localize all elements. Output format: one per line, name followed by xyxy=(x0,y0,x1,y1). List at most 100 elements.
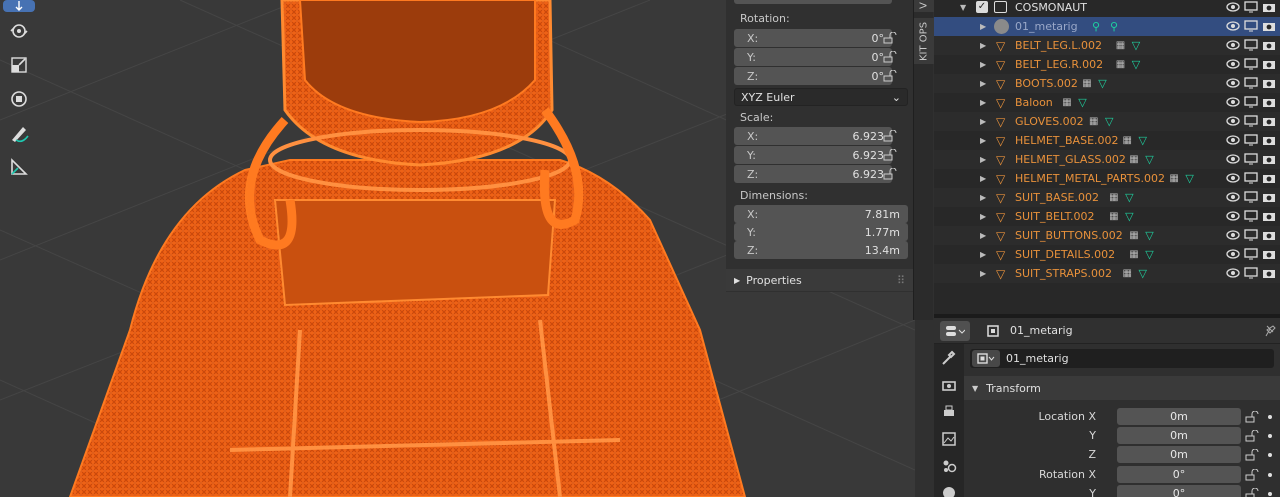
lock-icon[interactable] xyxy=(1245,430,1259,442)
lock-icon[interactable] xyxy=(1245,488,1259,497)
lock-icon[interactable] xyxy=(883,51,897,63)
viewport-visibility-icon[interactable] xyxy=(1244,248,1258,263)
rotation-y-field[interactable]: Y: 0° xyxy=(734,48,892,66)
eye-icon[interactable] xyxy=(1226,267,1240,282)
tab-world[interactable] xyxy=(934,479,964,497)
render-camera-icon[interactable] xyxy=(1262,267,1276,282)
viewport-visibility-icon[interactable] xyxy=(1244,20,1258,35)
outliner-row[interactable]: ▶ ▽ SUIT_BASE.002 ▦ ▽ xyxy=(934,188,1280,207)
eye-icon[interactable] xyxy=(1226,134,1240,149)
3d-viewport[interactable]: Rotation: X: 0° Y: 0° Z: 0° XYZ Euler ⌄ Scal… xyxy=(0,0,915,497)
render-camera-icon[interactable] xyxy=(1262,191,1276,206)
dimension-y-field[interactable]: Y: 1.77m xyxy=(734,223,908,241)
keyframe-dot-icon[interactable] xyxy=(1268,473,1272,477)
outliner-row[interactable]: ▶ ▽ SUIT_BUTTONS.002 ▦ ▽ xyxy=(934,226,1280,245)
eye-icon[interactable] xyxy=(1226,172,1240,187)
viewport-visibility-icon[interactable] xyxy=(1244,210,1258,225)
expand-arrow-icon[interactable]: ▶ xyxy=(980,117,986,126)
viewport-visibility-icon[interactable] xyxy=(1244,191,1258,206)
lock-icon[interactable] xyxy=(1245,449,1259,461)
annotate-tool-button[interactable] xyxy=(3,118,35,148)
viewport-visibility-icon[interactable] xyxy=(1244,96,1258,111)
outliner-row[interactable]: ▶ ▽ GLOVES.002 ▦ ▽ xyxy=(934,112,1280,131)
eye-icon[interactable] xyxy=(1226,1,1240,16)
render-camera-icon[interactable] xyxy=(1262,134,1276,149)
expand-arrow-icon[interactable]: ▶ xyxy=(980,231,986,240)
viewport-visibility-icon[interactable] xyxy=(1244,267,1258,282)
outliner-row[interactable]: ▶ ▽ HELMET_METAL_PARTS.002 ▦ ▽ xyxy=(934,169,1280,188)
render-camera-icon[interactable] xyxy=(1262,229,1276,244)
expand-arrow-icon[interactable]: ▶ xyxy=(980,22,986,31)
keyframe-dot-icon[interactable] xyxy=(1268,453,1272,457)
tab-scene[interactable] xyxy=(934,452,964,479)
render-camera-icon[interactable] xyxy=(1262,210,1276,225)
lock-icon[interactable] xyxy=(883,168,897,180)
transform-panel-header[interactable]: ▼ Transform xyxy=(964,376,1280,400)
tab-output[interactable] xyxy=(934,398,964,425)
outliner-row[interactable]: ▶ ▽ HELMET_BASE.002 ▦ ▽ xyxy=(934,131,1280,150)
editor-type-button[interactable] xyxy=(940,321,970,341)
transform-field-value[interactable]: 0m xyxy=(1117,446,1241,463)
render-camera-icon[interactable] xyxy=(1262,153,1276,168)
eye-icon[interactable] xyxy=(1226,229,1240,244)
move-tool-button[interactable] xyxy=(3,0,35,12)
scale-z-field[interactable]: Z: 6.923 xyxy=(734,165,892,183)
eye-icon[interactable] xyxy=(1226,58,1240,73)
dimension-z-field[interactable]: Z: 13.4m xyxy=(734,241,908,259)
outliner-row[interactable]: ▶ ▽ SUIT_DETAILS.002 ▦ ▽ xyxy=(934,245,1280,264)
datablock-name-field[interactable]: 01_metarig xyxy=(970,349,1274,368)
expand-arrow-icon[interactable]: ▶ xyxy=(980,136,986,145)
transform-field-value[interactable]: 0m xyxy=(1117,427,1241,444)
keyframe-dot-icon[interactable] xyxy=(1268,415,1272,419)
expand-arrow-icon[interactable]: ▶ xyxy=(980,155,986,164)
viewport-visibility-icon[interactable] xyxy=(1244,229,1258,244)
tab-tool[interactable] xyxy=(934,344,964,371)
outliner-row[interactable]: ▶ ▽ SUIT_STRAPS.002 ▦ ▽ xyxy=(934,264,1280,283)
tab-render[interactable] xyxy=(934,371,964,398)
tab-view-layer[interactable] xyxy=(934,425,964,452)
transform-field-value[interactable]: 0m xyxy=(1117,408,1241,425)
expand-arrow-icon[interactable]: ▶ xyxy=(980,60,986,69)
expand-arrow-icon[interactable]: ▶ xyxy=(980,79,986,88)
transform-field-value[interactable]: 0° xyxy=(1117,466,1241,483)
eye-icon[interactable] xyxy=(1226,39,1240,54)
eye-icon[interactable] xyxy=(1226,77,1240,92)
rotate-tool-button[interactable] xyxy=(3,16,35,46)
lock-icon[interactable] xyxy=(883,32,897,44)
outliner-row-metarig[interactable]: ▶ 01_metarig ⚲ ⚲ xyxy=(934,17,1280,36)
properties-panel-header[interactable]: ▶ Properties ⠿ xyxy=(726,269,913,291)
checkbox-icon[interactable]: ✓ xyxy=(976,1,988,13)
eye-icon[interactable] xyxy=(1226,96,1240,111)
expand-arrow-icon[interactable]: ▶ xyxy=(980,174,986,183)
outliner-row[interactable]: ▶ ▽ Baloon ▦ ▽ xyxy=(934,93,1280,112)
outliner-row[interactable]: ▶ ▽ SUIT_BELT.002 ▦ ▽ xyxy=(934,207,1280,226)
keyframe-dot-icon[interactable] xyxy=(1268,492,1272,496)
render-camera-icon[interactable] xyxy=(1262,58,1276,73)
lock-icon[interactable] xyxy=(883,70,897,82)
viewport-visibility-icon[interactable] xyxy=(1244,172,1258,187)
collapse-arrow-icon[interactable]: ▼ xyxy=(960,3,966,12)
viewport-visibility-icon[interactable] xyxy=(1244,1,1258,16)
render-camera-icon[interactable] xyxy=(1262,20,1276,35)
eye-icon[interactable] xyxy=(1226,248,1240,263)
lock-icon[interactable] xyxy=(883,130,897,142)
render-camera-icon[interactable] xyxy=(1262,77,1276,92)
measure-tool-button[interactable] xyxy=(3,152,35,182)
scale-tool-button[interactable] xyxy=(3,50,35,80)
eye-icon[interactable] xyxy=(1226,115,1240,130)
transform-field-value[interactable]: 0° xyxy=(1117,485,1241,497)
keyframe-dot-icon[interactable] xyxy=(1268,434,1272,438)
eye-icon[interactable] xyxy=(1226,153,1240,168)
viewport-visibility-icon[interactable] xyxy=(1244,77,1258,92)
render-camera-icon[interactable] xyxy=(1262,248,1276,263)
scale-y-field[interactable]: Y: 6.923 xyxy=(734,146,892,164)
expand-arrow-icon[interactable]: ▶ xyxy=(980,98,986,107)
viewport-visibility-icon[interactable] xyxy=(1244,134,1258,149)
lock-icon[interactable] xyxy=(1245,411,1259,423)
expand-arrow-icon[interactable]: ▶ xyxy=(980,41,986,50)
render-camera-icon[interactable] xyxy=(1262,96,1276,111)
lock-icon[interactable] xyxy=(1245,469,1259,481)
datablock-browse-button[interactable] xyxy=(972,350,1000,367)
viewport-visibility-icon[interactable] xyxy=(1244,115,1258,130)
transform-tool-button[interactable] xyxy=(3,84,35,114)
